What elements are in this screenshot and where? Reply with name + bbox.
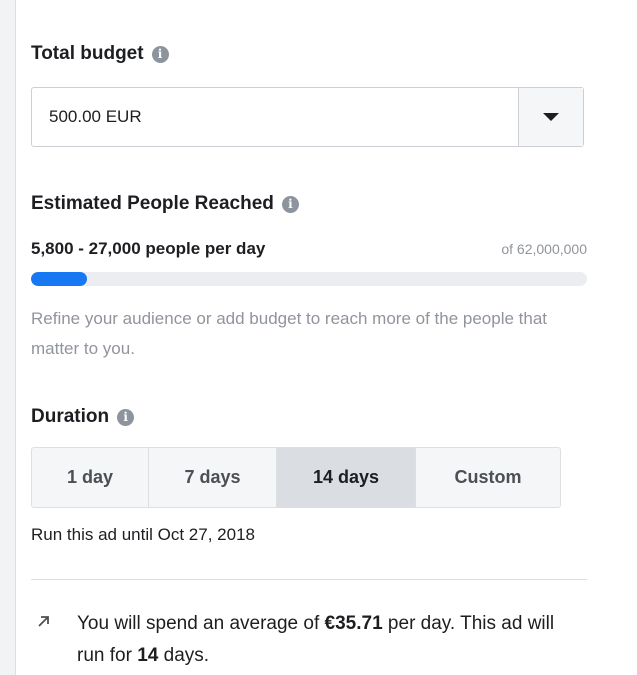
info-icon[interactable]: i — [151, 45, 169, 63]
reach-total: of 62,000,000 — [501, 241, 587, 257]
duration-option-14-days[interactable]: 14 days — [277, 448, 416, 507]
caret-down-icon — [543, 113, 559, 121]
budget-value[interactable]: 500.00 EUR — [32, 88, 518, 146]
arrow-up-right-icon — [38, 616, 49, 627]
reach-range: 5,800 - 27,000 people per day — [31, 239, 266, 258]
budget-dropdown-button[interactable] — [518, 88, 583, 146]
total-budget-heading: Total budget i — [31, 43, 169, 65]
duration-option-custom[interactable]: Custom — [416, 448, 560, 507]
spend-summary: You will spend an average of €35.71 per … — [77, 608, 577, 672]
reach-progress-bar — [31, 272, 587, 286]
run-until-prefix: Run this ad until — [31, 525, 153, 544]
summary-days: 14 — [137, 645, 159, 666]
reach-summary: 5,800 - 27,000 people per day of 62,000,… — [31, 239, 587, 259]
divider — [31, 579, 587, 580]
reach-progress-fill — [31, 272, 87, 286]
duration-options: 1 day 7 days 14 days Custom — [31, 447, 561, 508]
summary-part3: days. — [158, 645, 210, 666]
total-budget-title: Total budget — [31, 43, 144, 64]
duration-option-1-day[interactable]: 1 day — [32, 448, 149, 507]
info-icon[interactable]: i — [117, 408, 135, 426]
summary-part1: You will spend an average of — [77, 613, 325, 634]
duration-title: Duration — [31, 406, 110, 427]
summary-amount: €35.71 — [324, 613, 383, 634]
info-icon[interactable]: i — [281, 195, 299, 213]
estimated-reach-heading: Estimated People Reached i — [31, 193, 299, 215]
duration-option-7-days[interactable]: 7 days — [149, 448, 277, 507]
duration-heading: Duration i — [31, 406, 135, 428]
budget-dropdown[interactable]: 500.00 EUR — [31, 87, 584, 147]
reach-hint: Refine your audience or add budget to re… — [31, 309, 548, 358]
run-until-date: Oct 27, 2018 — [157, 525, 255, 544]
estimated-reach-title: Estimated People Reached — [31, 193, 274, 214]
run-until-text: Run this ad until Oct 27, 2018 — [31, 525, 255, 545]
